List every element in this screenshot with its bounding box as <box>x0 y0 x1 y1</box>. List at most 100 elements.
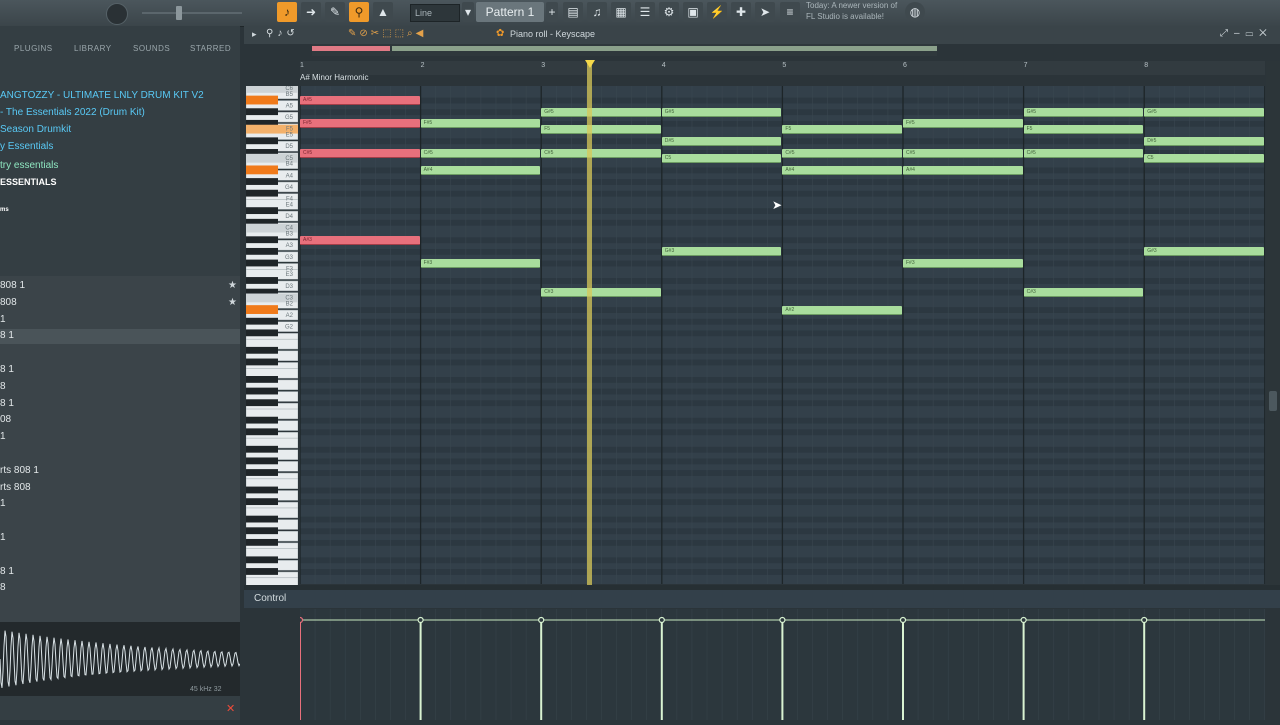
black-key[interactable] <box>246 376 278 383</box>
star-icon[interactable]: ★ <box>228 280 237 291</box>
sample-waveform-preview[interactable] <box>0 622 241 696</box>
sound-item[interactable]: 8 1 <box>0 566 14 577</box>
black-key[interactable] <box>246 556 278 564</box>
black-key[interactable] <box>246 247 278 255</box>
channel-settings-icon[interactable]: ⚙ <box>659 2 679 22</box>
note[interactable]: A#2 <box>782 305 902 315</box>
piano-keyboard[interactable]: C6 B5 A5 G5 F5 E5 D5 C5 B4 A4 G4 F4 E4 D4 C4 B3 A3 G3 F3 E3… <box>245 82 299 588</box>
black-key[interactable] <box>246 259 278 267</box>
note[interactable]: D#5 <box>1144 136 1264 146</box>
note[interactable]: F5 <box>1023 125 1144 135</box>
black-key[interactable] <box>246 469 278 476</box>
sound-item[interactable]: 8 1 <box>0 364 14 375</box>
note[interactable]: F5 <box>541 125 661 135</box>
note[interactable]: C#3 <box>541 288 661 298</box>
black-key[interactable] <box>246 445 278 453</box>
browser-folder-item[interactable]: y Essentials <box>0 141 53 152</box>
sound-item[interactable]: 1 <box>0 532 6 543</box>
note[interactable]: C5 <box>661 154 782 164</box>
black-key[interactable] <box>246 527 278 535</box>
velocity-handle[interactable] <box>538 616 545 624</box>
channel-rack-icon[interactable]: ▦ <box>611 2 631 22</box>
master-volume-knob[interactable] <box>106 3 128 25</box>
velocity-lane[interactable] <box>296 609 1266 720</box>
arrow-right-icon[interactable]: ➜ <box>301 2 321 22</box>
black-key[interactable] <box>246 178 278 185</box>
note[interactable]: F#5 <box>300 119 420 129</box>
browser-tab-sounds[interactable]: SOUNDS <box>133 44 170 53</box>
velocity-handle[interactable] <box>417 616 424 624</box>
note[interactable]: A#4 <box>782 165 902 175</box>
sound-item[interactable]: rts 808 <box>0 482 31 493</box>
browser-folder-item[interactable]: ms <box>0 207 9 213</box>
piano-roll-title[interactable]: Piano roll - Keyscape <box>510 29 595 39</box>
note[interactable]: A#5 <box>300 96 420 106</box>
sound-item[interactable]: 8 1 <box>0 398 14 409</box>
black-key[interactable] <box>246 317 278 325</box>
pattern-selector[interactable]: Pattern 1 <box>476 2 544 22</box>
tools-icon[interactable]: ✚ <box>731 2 751 22</box>
note[interactable]: F#5 <box>903 119 1023 129</box>
master-pitch-slider-handle[interactable] <box>176 6 182 20</box>
velocity-handle[interactable] <box>658 616 665 624</box>
note-grid[interactable]: A#5 F#5 C#5 A#3 F#5 C#5 A#4 F#3 G#5 F5 C#5 C#3 G#5 D#… <box>300 86 1265 584</box>
star-icon[interactable]: ★ <box>228 297 237 308</box>
note[interactable]: G#5 <box>661 107 782 117</box>
black-key[interactable] <box>246 568 278 575</box>
browser-tab-plugins[interactable]: PLUGINS <box>14 44 53 53</box>
stamp-icon[interactable]: ✎ <box>325 2 345 22</box>
metronome-icon[interactable]: ▲ <box>373 2 393 22</box>
snap-mode-select[interactable]: Line <box>410 4 460 22</box>
globe-icon[interactable]: ◍ <box>905 2 925 22</box>
send-icon[interactable]: ➤ <box>755 2 775 22</box>
sound-item[interactable]: 1 <box>0 498 6 509</box>
velocity-handle[interactable] <box>1020 616 1027 624</box>
scrollbar-thumb[interactable] <box>1269 391 1277 411</box>
black-key[interactable] <box>246 428 278 436</box>
note[interactable]: G#5 <box>1023 107 1144 117</box>
playlist-icon[interactable]: ▤ <box>563 2 583 22</box>
info-icon[interactable]: ≡ <box>780 2 800 22</box>
black-key[interactable] <box>246 329 278 337</box>
note[interactable]: A#4 <box>420 165 541 175</box>
black-key[interactable] <box>246 515 278 523</box>
window-controls[interactable]: ⤢–▭✕ <box>1220 28 1273 39</box>
browser-folder-item[interactable]: ESSENTIALS <box>0 177 57 187</box>
piano-roll-icon[interactable]: ♫ <box>587 2 607 22</box>
note[interactable]: F#3 <box>903 259 1023 269</box>
browser-folder-item[interactable]: try essentials <box>0 160 58 171</box>
sound-item[interactable]: 8 <box>0 582 6 593</box>
browser-folder-item[interactable]: - The Essentials 2022 (Drum Kit) <box>0 107 145 118</box>
black-key[interactable] <box>246 137 278 145</box>
black-key[interactable] <box>246 538 278 546</box>
control-target-select[interactable]: Control <box>254 593 286 604</box>
black-key[interactable] <box>246 207 278 215</box>
mixer-icon[interactable]: ☰ <box>635 2 655 22</box>
edit-tool-icons[interactable]: ✎⊘✂⬚⬚⌕◀ <box>348 28 426 39</box>
pattern-overview-strip[interactable] <box>312 44 937 56</box>
black-key[interactable] <box>246 486 278 494</box>
note[interactable]: C#3 <box>1023 288 1144 298</box>
browser-folder-item[interactable]: Season Drumkit <box>0 124 71 135</box>
sound-item[interactable]: 8 1 <box>0 330 14 341</box>
note[interactable]: C#5 <box>420 148 541 158</box>
browser-tab-starred[interactable]: STARRED <box>190 44 231 53</box>
vertical-scrollbar[interactable] <box>1266 61 1280 585</box>
playhead[interactable] <box>587 61 593 585</box>
close-preview-icon[interactable]: ✕ <box>226 702 235 715</box>
velocity-handle[interactable] <box>779 616 786 624</box>
note[interactable]: F#5 <box>420 119 541 129</box>
note[interactable]: G#3 <box>661 247 782 257</box>
velocity-handle[interactable] <box>899 616 907 624</box>
note[interactable]: A#4 <box>903 165 1023 175</box>
note[interactable]: C5 <box>1144 154 1264 164</box>
note[interactable]: F#3 <box>420 259 541 269</box>
note[interactable]: G#3 <box>1144 247 1264 257</box>
sound-item[interactable]: rts 808 1 <box>0 465 39 476</box>
note[interactable]: C#5 <box>300 148 420 158</box>
black-key[interactable] <box>246 387 278 395</box>
browser-tab-library[interactable]: LIBRARY <box>74 44 112 53</box>
note[interactable]: C#5 <box>541 148 661 158</box>
plugin-icon[interactable]: ⚡ <box>707 2 727 22</box>
menu-arrow-icon[interactable]: ▸ <box>252 29 257 40</box>
